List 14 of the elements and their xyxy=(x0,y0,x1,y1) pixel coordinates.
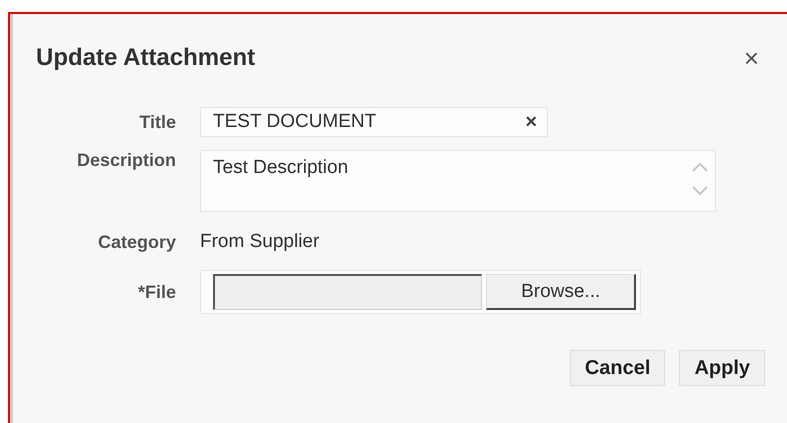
dialog-button[interactable]: Apply xyxy=(679,350,765,386)
field-label: Title xyxy=(138,112,176,132)
field-label: Category xyxy=(96,232,176,252)
dialog-title: Update Attachment xyxy=(36,44,256,72)
clear-button[interactable]: × xyxy=(525,110,537,134)
field-label: *File xyxy=(136,282,176,302)
title-field[interactable]: TEST DOCUMENT × xyxy=(200,107,548,137)
file-path-field[interactable] xyxy=(213,274,482,310)
dialog-button[interactable]: Cancel xyxy=(570,350,666,386)
close-button[interactable]: × xyxy=(738,45,765,71)
browse-button[interactable]: Browse... xyxy=(486,274,636,310)
field-label: Description xyxy=(76,150,176,171)
category-value: From Supplier xyxy=(200,231,320,253)
description-field[interactable]: Test Description xyxy=(200,150,716,212)
